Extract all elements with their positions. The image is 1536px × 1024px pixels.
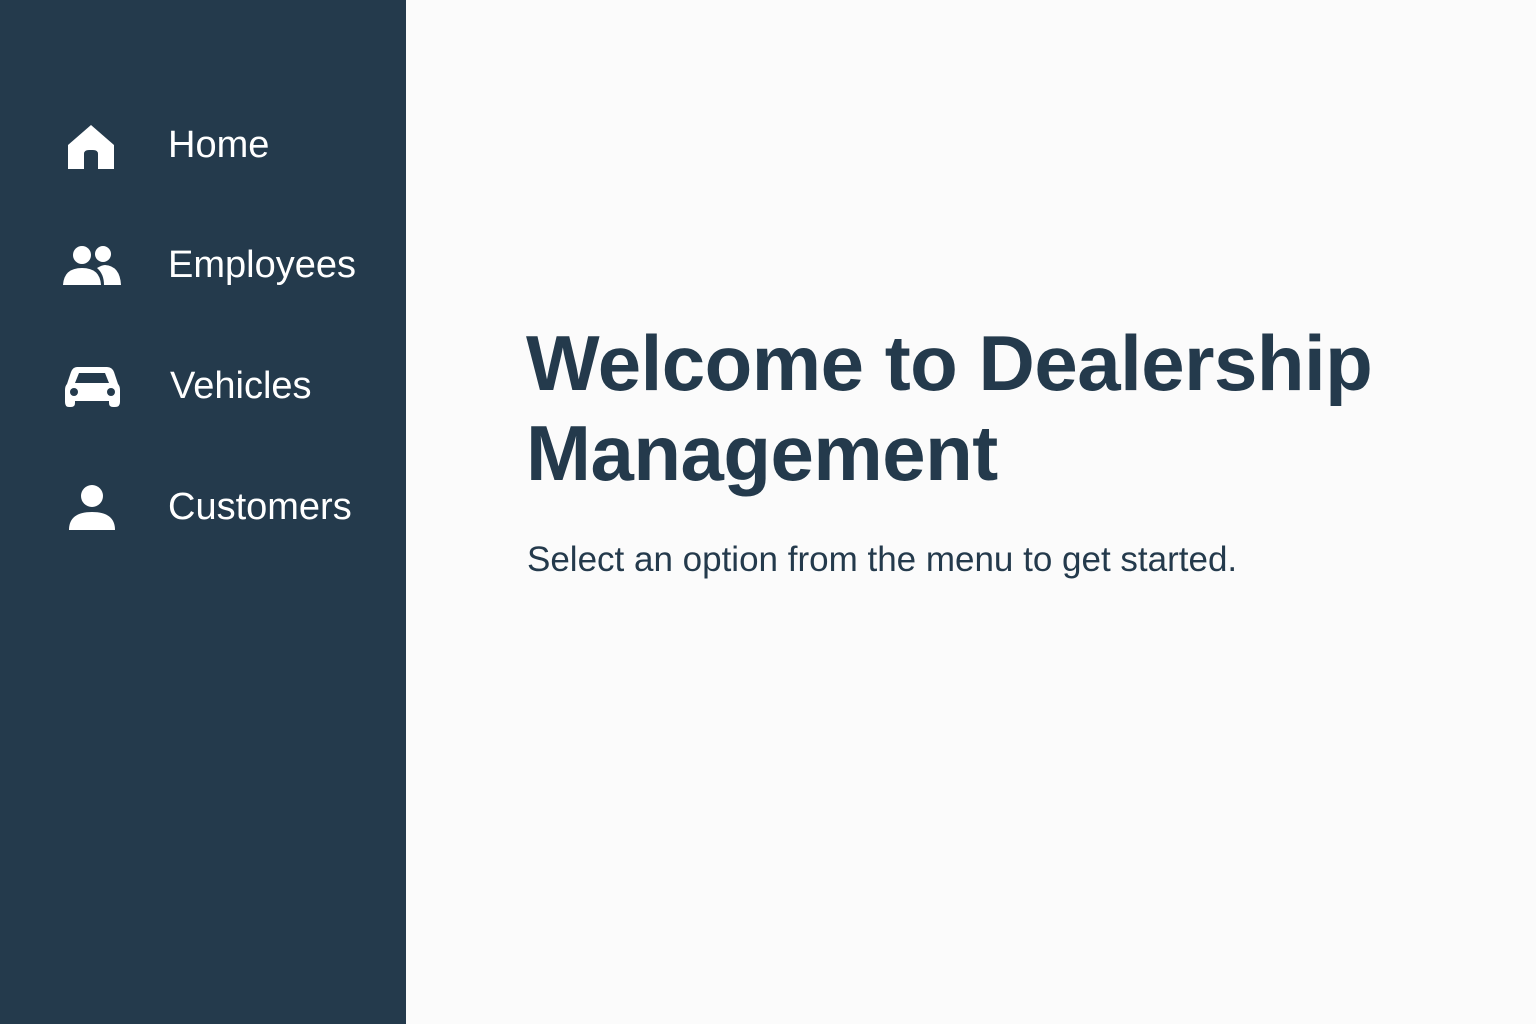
people-icon [60,241,124,289]
sidebar-item-label: Vehicles [170,365,312,407]
sidebar-item-label: Home [168,124,270,166]
sidebar-item-home[interactable]: Home [0,100,406,190]
sidebar-item-vehicles[interactable]: Vehicles [0,341,406,431]
person-icon [60,483,124,531]
car-icon [60,362,124,410]
sidebar-item-employees[interactable]: Employees [0,220,406,310]
sidebar-item-label: Employees [168,244,356,286]
app-window: Home Employees Vehicles Customers Welcom… [0,0,1536,1024]
sidebar-item-label: Customers [168,486,352,528]
page-subtitle: Select an option from the menu to get st… [527,540,1238,579]
sidebar-item-customers[interactable]: Customers [0,462,406,552]
home-icon [60,121,124,169]
main-content: Welcome to Dealership Management Select … [406,0,1536,1024]
page-title: Welcome to Dealership Management [526,319,1373,497]
sidebar: Home Employees Vehicles Customers [0,0,406,1024]
